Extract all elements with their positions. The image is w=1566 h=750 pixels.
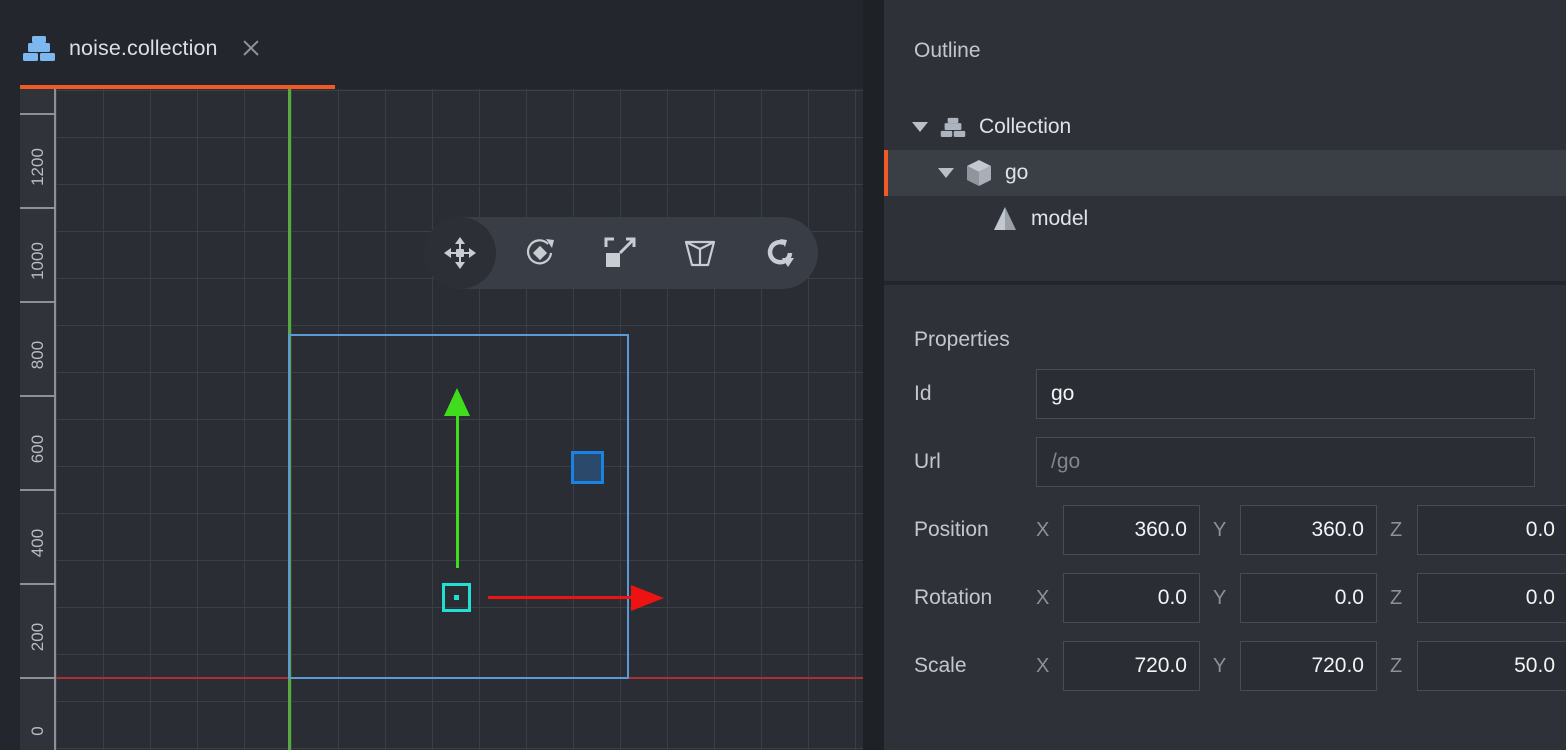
gizmo-xy-plane-handle[interactable] [571,451,604,484]
ruler-label: 1200 [28,138,48,196]
ruler-label: 600 [28,420,48,478]
gizmo-x-axis-arrow[interactable] [631,585,664,611]
tab-label: noise.collection [69,36,218,61]
editor-window: noise.collection 120010008006004002000-2… [0,0,1566,750]
tab-bar: noise.collection [0,0,863,87]
ruler-tick [20,113,56,115]
rotation-z-field[interactable]: 0.0 [1417,573,1566,623]
properties-panel-title: Properties [914,328,1010,352]
id-label: Id [914,382,1036,406]
outline-item-collection[interactable]: Collection [884,104,1566,150]
scale-z-field[interactable]: 50.0 [1417,641,1566,691]
selection-marker [884,150,888,196]
ruler-tick [20,583,56,585]
property-row-scale: Scale X 720.0 Y 720.0 Z 50.0 [884,641,1566,691]
rotation-y-field[interactable]: 0.0 [1240,573,1377,623]
move-icon [443,236,477,270]
id-field[interactable]: go [1036,369,1535,419]
collection-icon [938,112,968,142]
rotation-x-axis-label: X [1036,587,1050,610]
rotation-label: Rotation [914,586,1036,610]
vertical-ruler[interactable]: 120010008006004002000-200 [20,89,56,750]
outline-item-label: model [1031,207,1088,231]
ruler-label: 0 [28,702,48,750]
ruler-label: 200 [28,608,48,666]
model-icon [990,204,1020,234]
outline-panel-title: Outline [914,39,981,63]
ruler-tick [20,395,56,397]
scale-x-field[interactable]: 720.0 [1063,641,1200,691]
rotation-x-field[interactable]: 0.0 [1063,573,1200,623]
scale-x-axis-label: X [1036,655,1050,678]
rotation-z-axis-label: Z [1390,587,1404,610]
ruler-tick [20,677,56,679]
reset-dropdown-icon [763,238,797,268]
property-row-url: Url /go [884,437,1566,487]
outline-item-label: Collection [979,115,1071,139]
gizmo-y-axis-shaft[interactable] [456,413,459,568]
perspective-tool-button[interactable] [664,217,736,289]
scale-y-axis-label: Y [1213,655,1227,678]
ruler-tick [20,207,56,209]
rotation-y-axis-label: Y [1213,587,1227,610]
scale-tool-button[interactable] [584,217,656,289]
position-x-axis-label: X [1036,519,1050,542]
position-z-axis-label: Z [1390,519,1404,542]
collection-icon [22,34,56,62]
property-row-id: Id go [884,369,1566,419]
url-label: Url [914,450,1036,474]
chevron-down-icon[interactable] [912,122,928,132]
tab-noise-collection[interactable]: noise.collection [20,24,266,72]
property-row-position: Position X 360.0 Y 360.0 Z 0.0 [884,505,1566,555]
rotate-tool-button[interactable] [504,217,576,289]
gizmo-y-axis-arrow[interactable] [444,388,470,416]
position-z-field[interactable]: 0.0 [1417,505,1566,555]
game-object-icon [964,158,994,188]
position-label: Position [914,518,1036,542]
scale-icon [603,236,637,270]
editor-area: noise.collection 120010008006004002000-2… [0,0,863,750]
outline-item-go[interactable]: go [884,150,1566,196]
url-field[interactable]: /go [1036,437,1535,487]
properties-form: Id go Url /go Position X 360.0 Y 360.0 Z… [884,369,1566,709]
close-icon[interactable] [240,37,262,59]
chevron-down-icon[interactable] [938,168,954,178]
outline-tree: Collection gomodel [884,104,1566,242]
position-x-field[interactable]: 360.0 [1063,505,1200,555]
ruler-label: 800 [28,326,48,384]
scale-y-field[interactable]: 720.0 [1240,641,1377,691]
rotate-icon [522,235,558,271]
viewport-toolbar [424,217,818,289]
ruler-tick [20,489,56,491]
property-row-rotation: Rotation X 0.0 Y 0.0 Z 0.0 [884,573,1566,623]
panel-divider[interactable] [863,0,884,750]
scale-label: Scale [914,654,1036,678]
move-tool-button[interactable] [424,217,496,289]
outline-item-model[interactable]: model [884,196,1566,242]
outline-item-label: go [1005,161,1028,185]
scale-z-axis-label: Z [1390,655,1404,678]
reset-tool-button[interactable] [744,217,816,289]
viewport-left-margin [0,89,20,750]
frustum-icon [683,237,717,269]
outline-panel: Outline Collection gomodel [884,0,1566,281]
ruler-label: 1000 [28,232,48,290]
properties-panel: Properties Id go Url /go Position X 360.… [884,285,1566,750]
gizmo-origin-dot [454,595,459,600]
position-y-axis-label: Y [1213,519,1227,542]
scene-viewport[interactable]: 120010008006004002000-200 [0,89,863,750]
position-y-field[interactable]: 360.0 [1240,505,1377,555]
ruler-tick [20,301,56,303]
gizmo-x-axis-shaft[interactable] [488,596,631,599]
ruler-label: 400 [28,514,48,572]
